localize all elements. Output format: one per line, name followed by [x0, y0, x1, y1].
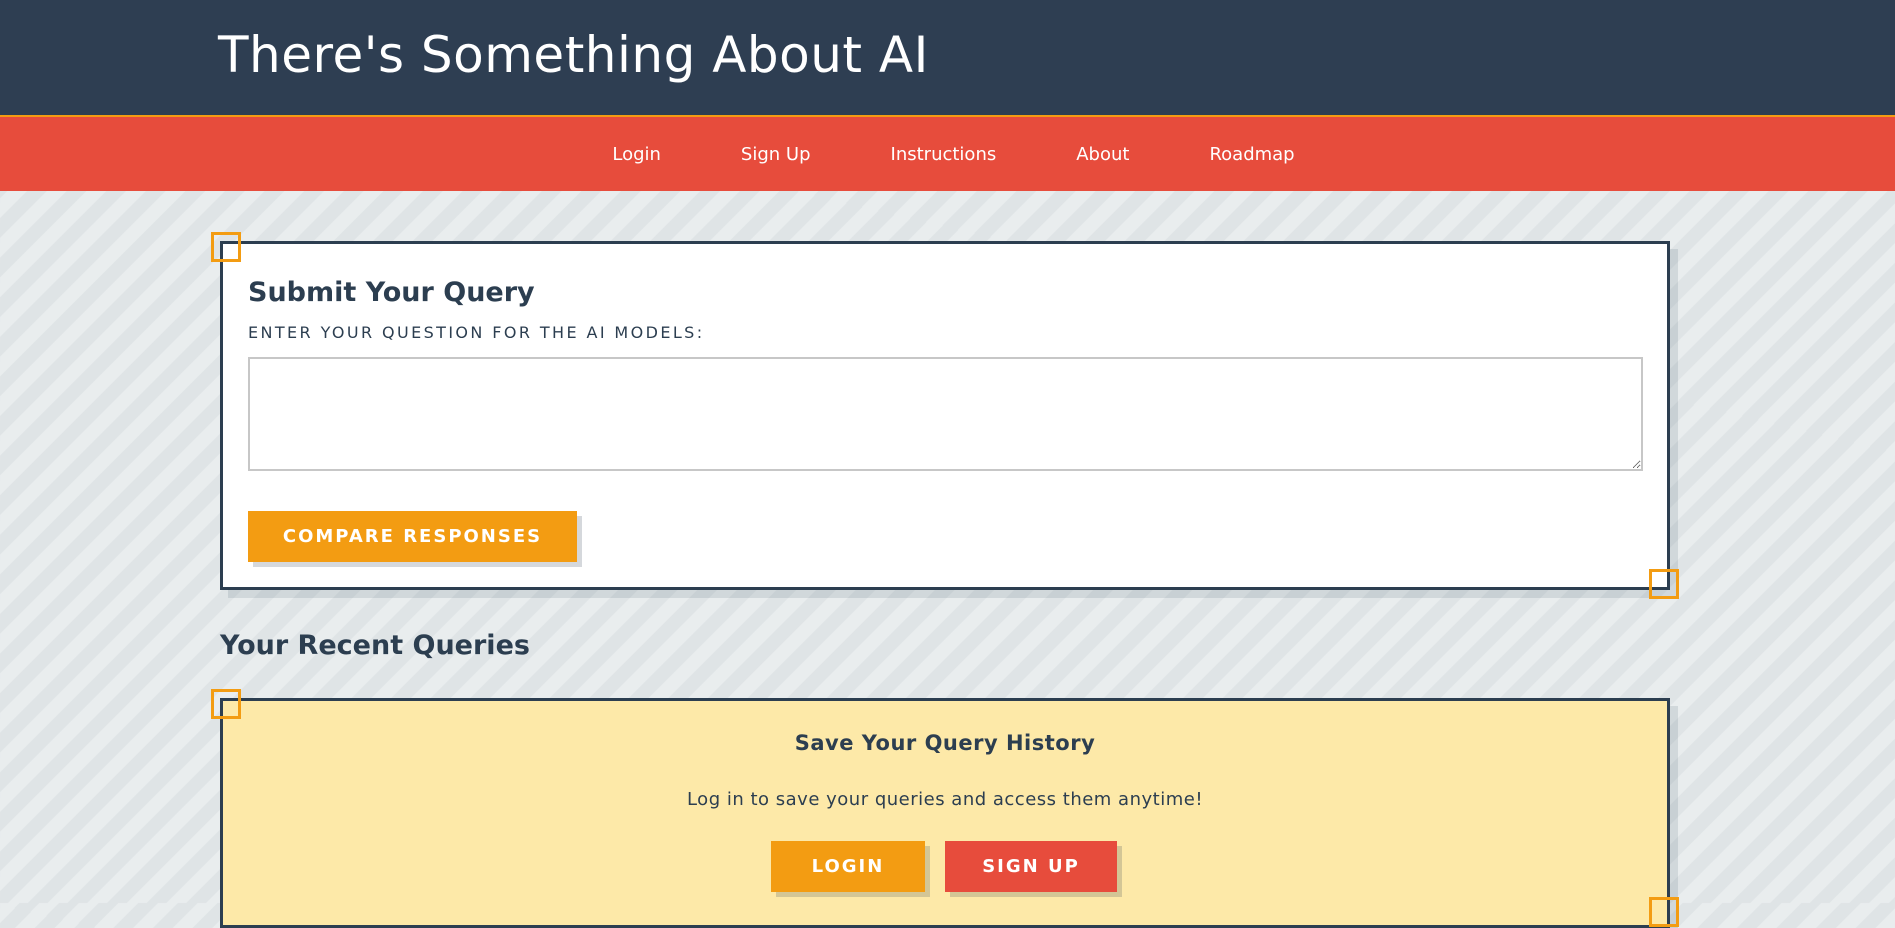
nav-login[interactable]: Login: [612, 144, 661, 165]
nav-instructions[interactable]: Instructions: [891, 144, 997, 165]
query-field-label: ENTER YOUR QUESTION FOR THE AI MODELS:: [248, 323, 705, 342]
corner-decoration: [211, 689, 241, 719]
query-textarea[interactable]: [248, 357, 1643, 471]
nav-roadmap[interactable]: Roadmap: [1209, 144, 1294, 165]
query-panel: Submit Your Query ENTER YOUR QUESTION FO…: [211, 232, 1679, 599]
site-title: There's Something About AI: [218, 26, 929, 84]
corner-decoration: [1649, 897, 1679, 927]
corner-decoration: [1649, 569, 1679, 599]
query-panel-title: Submit Your Query: [248, 277, 535, 308]
compare-responses-button[interactable]: COMPARE RESPONSES: [248, 511, 577, 562]
main-nav: Login Sign Up Instructions About Roadmap: [0, 117, 1895, 191]
nav-sign-up[interactable]: Sign Up: [741, 144, 811, 165]
corner-decoration: [211, 232, 241, 262]
login-button[interactable]: LOGIN: [771, 841, 925, 892]
site-header: There's Something About AI: [0, 0, 1895, 117]
history-card-title: Save Your Query History: [794, 731, 1096, 755]
history-actions: LOGIN SIGN UP: [223, 841, 1667, 892]
history-card-text: Log in to save your queries and access t…: [686, 789, 1204, 810]
recent-queries-title: Your Recent Queries: [220, 630, 530, 661]
nav-about[interactable]: About: [1076, 144, 1129, 165]
query-history-panel: Save Your Query History Log in to save y…: [211, 689, 1679, 928]
sign-up-button[interactable]: SIGN UP: [945, 841, 1117, 892]
